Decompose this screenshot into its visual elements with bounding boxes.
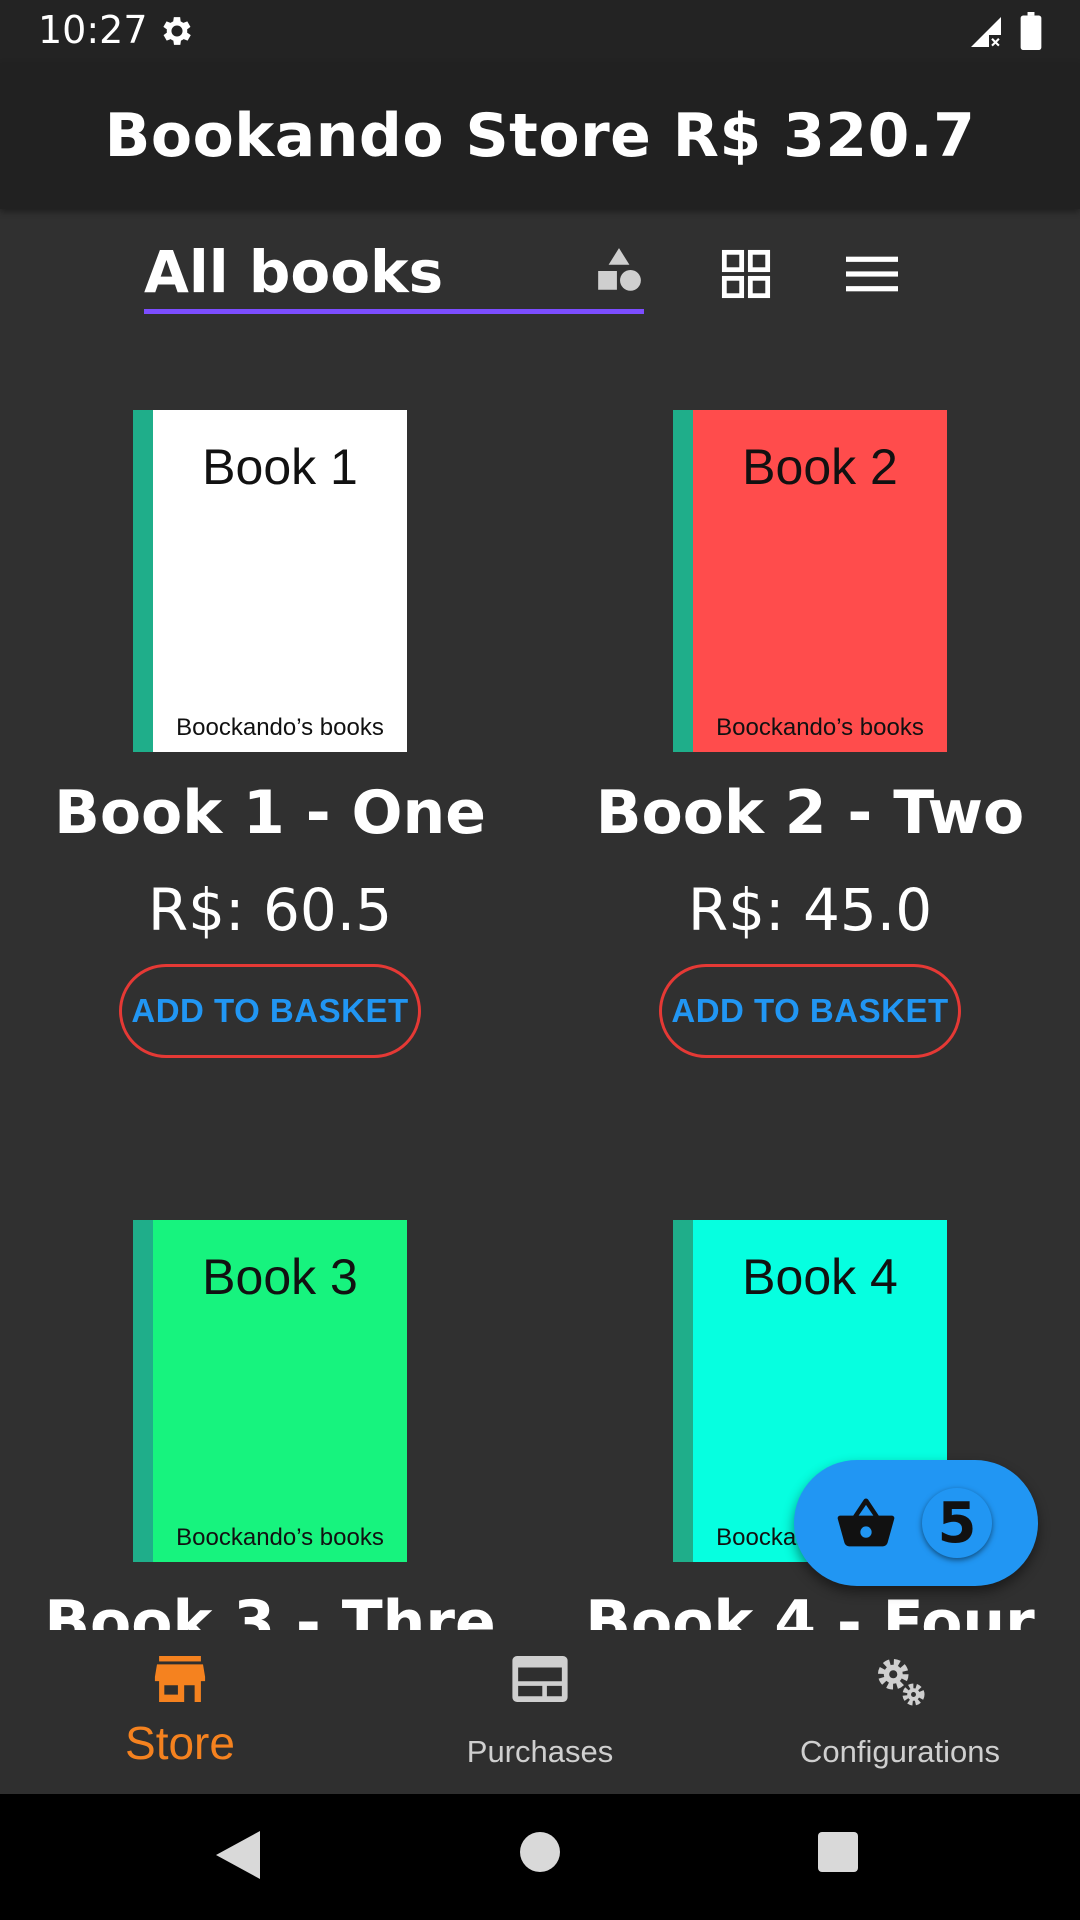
- nav-label-purchases: Purchases: [466, 1734, 614, 1769]
- book-name: Book 4 - Four: [585, 1588, 1035, 1630]
- nav-label-configurations: Configurations: [800, 1734, 1000, 1769]
- recents-icon[interactable]: [818, 1832, 858, 1872]
- back-icon[interactable]: [216, 1830, 260, 1880]
- basket-button[interactable]: 5: [794, 1460, 1038, 1586]
- app-title: Bookando Store R$ 320.7: [104, 101, 976, 171]
- cover-title: Book 2: [742, 439, 898, 495]
- app-bar: Bookando Store R$ 320.7: [0, 63, 1080, 209]
- basket-count-badge: 5: [922, 1488, 992, 1558]
- cover-title: Book 4: [742, 1249, 898, 1305]
- category-dropdown-value: All books: [144, 238, 444, 306]
- cover-spine: [673, 410, 693, 752]
- book-name: Book 1 - One: [54, 778, 486, 848]
- purchases-icon: [512, 1656, 568, 1702]
- store-icon: [154, 1656, 206, 1702]
- book-price: R$: 45.0: [687, 876, 933, 944]
- book-cover[interactable]: Book 1 Boockando’s books: [133, 410, 407, 752]
- status-time: 10:27: [38, 8, 148, 52]
- cover-publisher: Boockando’s books: [716, 714, 924, 741]
- cover-spine: [673, 1220, 693, 1562]
- book-card[interactable]: Book 2 Boockando’s books Book 2 - Two R$…: [540, 330, 1080, 1140]
- book-cover[interactable]: Book 2 Boockando’s books: [673, 410, 947, 752]
- settings-gears-icon: [877, 1658, 925, 1706]
- book-grid[interactable]: Book 1 Boockando’s books Book 1 - One R$…: [0, 330, 1080, 1630]
- gear-icon: [163, 17, 191, 45]
- system-navigation-bar: [0, 1794, 1080, 1920]
- grid-view-icon[interactable]: [720, 248, 772, 300]
- add-to-basket-button[interactable]: ADD TO BASKET: [119, 964, 421, 1058]
- add-to-basket-button[interactable]: ADD TO BASKET: [659, 964, 961, 1058]
- cover-spine: [133, 1220, 153, 1562]
- signal-icon: [971, 17, 1001, 47]
- basket-icon: [837, 1498, 895, 1547]
- home-icon[interactable]: [520, 1832, 560, 1872]
- book-name: Book 3 - Thre: [44, 1588, 496, 1630]
- battery-icon: [1020, 12, 1042, 50]
- nav-item-purchases[interactable]: Purchases: [360, 1630, 720, 1794]
- nav-item-configurations[interactable]: Configurations: [720, 1630, 1080, 1794]
- cover-title: Book 1: [202, 439, 358, 495]
- cover-spine: [133, 410, 153, 752]
- book-cover[interactable]: Book 3 Boockando’s books: [133, 1220, 407, 1562]
- book-price: R$: 60.5: [147, 876, 393, 944]
- nav-item-store[interactable]: Store: [0, 1630, 360, 1794]
- list-view-icon[interactable]: [846, 252, 898, 296]
- category-dropdown[interactable]: All books: [144, 228, 644, 314]
- nav-label-store: Store: [125, 1717, 235, 1769]
- category-filter-icon: [598, 248, 641, 291]
- bottom-navigation: Store Purchases Configurations: [0, 1630, 1080, 1794]
- book-card[interactable]: Book 1 Boockando’s books Book 1 - One R$…: [0, 330, 540, 1140]
- book-card[interactable]: Book 3 Boockando’s books Book 3 - Thre: [0, 1140, 540, 1630]
- book-name: Book 2 - Two: [595, 778, 1025, 848]
- cover-title: Book 3: [202, 1249, 358, 1305]
- cover-publisher: Boockando’s books: [176, 1524, 384, 1551]
- cover-publisher: Boockando’s books: [176, 714, 384, 741]
- status-bar: 10:27: [0, 0, 1080, 63]
